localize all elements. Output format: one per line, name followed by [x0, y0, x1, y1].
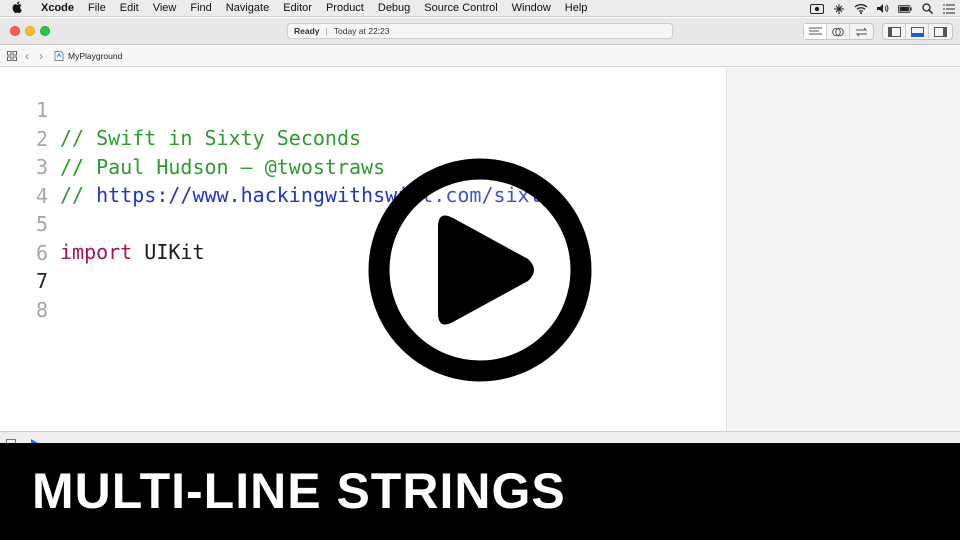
jump-bar: ‹ › MyPlayground: [0, 46, 960, 67]
assistant-editor-button[interactable]: [827, 24, 850, 39]
window-minimize-button[interactable]: [25, 26, 35, 36]
activity-viewer: Ready | Today at 22:23: [287, 23, 673, 39]
menu-product[interactable]: Product: [319, 2, 371, 14]
inspector-toggle-button[interactable]: [929, 24, 952, 39]
panel-toggle-group: [882, 23, 953, 40]
menu-navigate[interactable]: Navigate: [219, 2, 276, 14]
menu-edit[interactable]: Edit: [113, 2, 146, 14]
playground-results-pane: [726, 68, 960, 431]
wifi-icon[interactable]: [854, 3, 868, 14]
window-close-button[interactable]: [10, 26, 20, 36]
back-chevron-icon[interactable]: ‹: [20, 49, 34, 63]
menu-bar: Xcode File Edit View Find Navigate Edito…: [0, 0, 960, 17]
menu-source-control[interactable]: Source Control: [417, 2, 504, 14]
title-banner: MULTI-LINE STRINGS: [0, 443, 960, 540]
line-number: 8: [35, 297, 48, 322]
menu-window[interactable]: Window: [505, 2, 558, 14]
code-line-5[interactable]: 5 import UIKit: [0, 182, 726, 264]
volume-icon[interactable]: [876, 3, 890, 14]
debug-area-toggle-button[interactable]: [906, 24, 929, 39]
menu-editor[interactable]: Editor: [276, 2, 319, 14]
play-button-icon[interactable]: [368, 158, 592, 382]
version-editor-button[interactable]: [850, 24, 873, 39]
window-zoom-button[interactable]: [40, 26, 50, 36]
menu-help[interactable]: Help: [558, 2, 595, 14]
code-line-8[interactable]: 8: [0, 268, 726, 322]
code-line-3[interactable]: 3 // https://www.hackingwithswift.com/si…: [0, 125, 726, 207]
editor-mode-group: [803, 23, 874, 40]
menu-app-name[interactable]: Xcode: [34, 2, 81, 14]
menu-find[interactable]: Find: [183, 2, 218, 14]
debug-area-toggle-icon[interactable]: [6, 434, 16, 447]
spotlight-search-icon[interactable]: [920, 3, 934, 14]
menu-file[interactable]: File: [81, 2, 113, 14]
menu-status-area: [810, 0, 956, 17]
apple-menu-icon[interactable]: [0, 0, 34, 16]
code-line-1[interactable]: 1 // Swift in Sixty Seconds: [0, 68, 726, 150]
activity-status: Ready: [294, 26, 320, 36]
code-line-7[interactable]: 7: [0, 239, 726, 293]
notification-center-icon[interactable]: [942, 3, 956, 14]
activity-timestamp: Today at 22:23: [333, 26, 390, 36]
jump-bar-file-name[interactable]: MyPlayground: [68, 51, 122, 61]
menu-view[interactable]: View: [146, 2, 184, 14]
network-icon[interactable]: [832, 3, 846, 14]
related-items-icon[interactable]: [4, 48, 20, 64]
playground-file-icon: [54, 51, 64, 61]
code-line-6[interactable]: 6: [0, 211, 726, 265]
debug-area-bar: [0, 431, 960, 447]
navigator-toggle-button[interactable]: [883, 24, 906, 39]
code-line-2[interactable]: 2 // Paul Hudson — @twostraws: [0, 97, 726, 179]
menu-debug[interactable]: Debug: [371, 2, 417, 14]
code-line-4[interactable]: 4: [0, 154, 726, 208]
standard-editor-button[interactable]: [804, 24, 827, 39]
video-title: MULTI-LINE STRINGS: [32, 463, 566, 519]
forward-chevron-icon[interactable]: ›: [34, 49, 48, 63]
run-playground-icon[interactable]: [30, 434, 40, 447]
battery-icon[interactable]: [898, 3, 912, 14]
screen-record-icon[interactable]: [810, 3, 824, 14]
activity-separator: |: [325, 26, 328, 36]
code-editor[interactable]: 1 // Swift in Sixty Seconds 2 // Paul Hu…: [0, 68, 726, 431]
xcode-toolbar: Ready | Today at 22:23: [0, 18, 960, 45]
